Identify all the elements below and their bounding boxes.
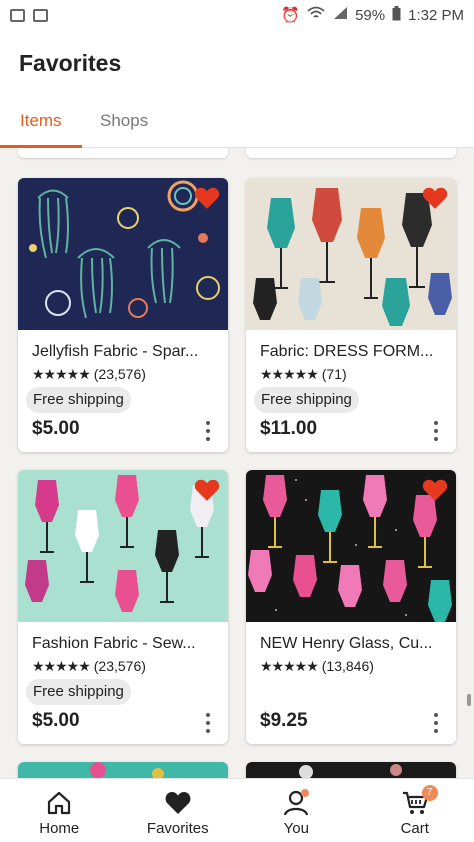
status-bar: ⏰ 59% 1:32 PM [0, 0, 474, 30]
listing-rating: ★★★★★ (13,846) [260, 658, 374, 675]
listing-title: NEW Henry Glass, Cu... [260, 635, 433, 652]
favorite-heart-icon[interactable] [194, 186, 220, 210]
battery-icon [392, 5, 401, 25]
wifi-icon [307, 6, 325, 24]
fabric-image-partial [246, 762, 456, 778]
listing-price: $11.00 [260, 418, 318, 439]
home-icon [48, 791, 71, 815]
listing-card[interactable]: Fabric: DRESS FORM... ★★★★★ (71) Free shi… [246, 178, 456, 452]
clock: 1:32 PM [408, 6, 464, 24]
review-count: (23,576) [93, 658, 146, 674]
scrollbar-thumb[interactable] [467, 694, 471, 706]
nav-home-label: Home [39, 820, 80, 837]
more-options-icon[interactable] [426, 711, 446, 735]
nav-favorites[interactable]: Favorites [119, 779, 238, 842]
nav-cart[interactable]: 7 Cart [356, 779, 474, 842]
alarm-icon: ⏰ [281, 7, 301, 24]
listing-card-partial[interactable] [246, 762, 456, 778]
review-count: (13,846) [321, 658, 374, 674]
nav-cart-label: Cart [400, 820, 429, 837]
listing-price: $5.00 [32, 418, 80, 439]
star-rating: ★★★★★ [32, 366, 91, 382]
mail-notification-icon [33, 8, 48, 22]
review-count: (71) [321, 366, 347, 382]
listing-title: Fashion Fabric - Sew... [32, 635, 196, 652]
card-partial-top[interactable] [18, 148, 228, 158]
image-notification-icon [10, 8, 25, 22]
bottom-nav: Home Favorites You 7 Cart [0, 778, 474, 842]
listing-price: $9.25 [260, 710, 308, 731]
free-shipping-badge: Free shipping [254, 387, 359, 413]
tab-items[interactable]: Items [20, 111, 62, 131]
listing-price: $5.00 [32, 710, 80, 731]
favorite-heart-icon[interactable] [194, 478, 220, 502]
free-shipping-badge: Free shipping [26, 387, 131, 413]
header: Favorites Items Shops [0, 30, 474, 148]
favorite-heart-icon[interactable] [422, 186, 448, 210]
battery-percent: 59% [355, 6, 386, 24]
card-partial-top[interactable] [246, 148, 456, 158]
nav-you[interactable]: You [237, 779, 356, 842]
free-shipping-badge: Free shipping [26, 679, 131, 705]
tab-shops[interactable]: Shops [100, 111, 148, 131]
listing-card[interactable]: Fashion Fabric - Sew... ★★★★★ (23,576) Fr… [18, 470, 228, 744]
listing-card-partial[interactable] [18, 762, 228, 778]
signal-icon [332, 6, 348, 24]
listing-title: Jellyfish Fabric - Spar... [32, 343, 199, 360]
more-options-icon[interactable] [198, 419, 218, 443]
notification-dot [301, 789, 309, 797]
star-rating: ★★★★★ [32, 658, 91, 674]
listing-title: Fabric: DRESS FORM... [260, 343, 434, 360]
listing-card[interactable]: NEW Henry Glass, Cu... ★★★★★ (13,846) $9.… [246, 470, 456, 744]
more-options-icon[interactable] [198, 711, 218, 735]
review-count: (23,576) [93, 366, 146, 382]
listing-rating: ★★★★★ (23,576) [32, 366, 146, 383]
star-rating: ★★★★★ [260, 366, 319, 382]
nav-home[interactable]: Home [0, 779, 119, 842]
tab-bar: Items Shops [0, 105, 474, 148]
listing-rating: ★★★★★ (23,576) [32, 658, 146, 675]
listing-rating: ★★★★★ (71) [260, 366, 347, 383]
star-rating: ★★★★★ [260, 658, 319, 674]
nav-you-label: You [283, 820, 309, 837]
favorite-heart-icon[interactable] [422, 478, 448, 502]
favorites-grid: Jellyfish Fabric - Spar... ★★★★★ (23,576)… [0, 148, 474, 778]
nav-favorites-label: Favorites [146, 820, 209, 837]
heart-icon [165, 792, 191, 814]
listing-card[interactable]: Jellyfish Fabric - Spar... ★★★★★ (23,576)… [18, 178, 228, 452]
cart-count-badge: 7 [421, 785, 438, 801]
page-title: Favorites [19, 50, 122, 76]
fabric-image-partial [18, 762, 228, 778]
more-options-icon[interactable] [426, 419, 446, 443]
